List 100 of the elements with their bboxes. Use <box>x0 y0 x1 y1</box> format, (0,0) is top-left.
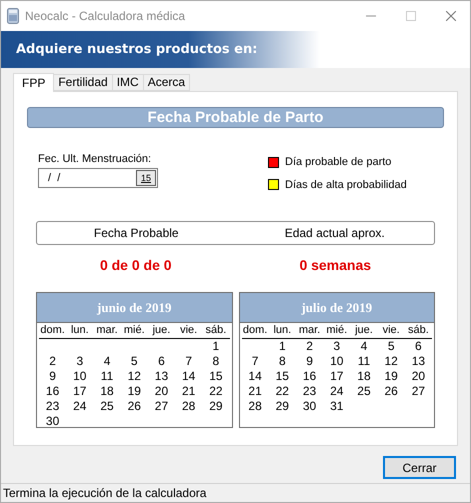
calendar[interactable]: junio de 2019 dom. lun. mar. mié. jue. vie. sáb. 1 2 3 4 5 6 7 8 9 10 11 12 13 14 15 16 17 18 19 20 21 22 23 24 25 26 27 28 29 30 <box>36 292 232 428</box>
day-cell[interactable]: 3 <box>323 339 350 354</box>
day-cell[interactable]: 17 <box>323 369 350 384</box>
day-cell[interactable]: 21 <box>242 384 269 399</box>
day-cell[interactable]: 23 <box>296 384 324 399</box>
day-cell[interactable]: 22 <box>202 384 230 399</box>
day-cell[interactable]: 18 <box>350 369 378 384</box>
day-cell[interactable]: 24 <box>66 399 94 414</box>
result-value: 0 semanas <box>298 256 372 275</box>
weekday-label: mar. <box>95 323 119 338</box>
legend-label: Día probable de parto <box>285 155 392 170</box>
day-cell[interactable]: 4 <box>93 354 121 369</box>
day-cell[interactable]: 12 <box>120 369 148 384</box>
day-cell[interactable]: 1 <box>202 339 230 354</box>
banner[interactable]: Adquiere nuestros productos en: <box>1 31 470 68</box>
day-cell[interactable]: 11 <box>93 369 121 384</box>
weekday-label: dom. <box>39 323 66 338</box>
day-cell[interactable]: 28 <box>242 399 269 414</box>
legend-label: Días de alta probabilidad <box>285 178 407 192</box>
window-title: Neocalc - Calculadora médica <box>25 8 186 25</box>
day-cell[interactable]: 10 <box>323 354 350 369</box>
field-label: Fec. Ult. Menstruación: <box>38 152 152 166</box>
day-cell[interactable]: 26 <box>378 384 405 399</box>
day-cell[interactable]: 30 <box>296 399 324 414</box>
day-cell[interactable]: 27 <box>148 399 176 414</box>
month-title: julio de 2019 <box>240 293 434 323</box>
close-button[interactable]: Cerrar <box>383 456 456 479</box>
tab[interactable]: FPP <box>13 73 54 92</box>
status-text: Termina la ejecución de la calculadora <box>3 485 206 502</box>
month-title: junio de 2019 <box>37 293 232 323</box>
tab[interactable]: Acerca <box>144 74 190 91</box>
day-cell[interactable]: 16 <box>39 384 66 399</box>
day-cell[interactable]: 5 <box>378 339 405 354</box>
day-cell[interactable]: 6 <box>404 339 432 354</box>
day-cell[interactable]: 29 <box>268 399 296 414</box>
day-cell[interactable]: 11 <box>350 354 378 369</box>
weekday-label: sáb. <box>204 323 228 338</box>
day-cell[interactable]: 12 <box>378 354 405 369</box>
day-cell[interactable]: 8 <box>202 354 230 369</box>
weekday-label: lun. <box>70 323 90 338</box>
day-cell[interactable]: 9 <box>39 369 66 384</box>
day-cell[interactable]: 21 <box>175 384 202 399</box>
day-cell[interactable]: 30 <box>39 414 66 429</box>
weekday-label: vie. <box>382 323 401 338</box>
date-value: / / <box>47 170 62 186</box>
day-cell[interactable]: 18 <box>93 384 121 399</box>
date-field[interactable]: / / 15 <box>38 168 158 188</box>
day-cell[interactable]: 28 <box>175 399 202 414</box>
day-cell[interactable]: 7 <box>242 354 269 369</box>
day-cell[interactable]: 2 <box>39 354 66 369</box>
weekday-label: jue. <box>354 323 374 338</box>
day-cell[interactable]: 2 <box>296 339 324 354</box>
tab[interactable]: IMC <box>112 74 144 91</box>
section-heading: Fecha Probable de Parto <box>27 107 444 128</box>
app-icon <box>7 8 19 24</box>
day-cell[interactable]: 16 <box>296 369 324 384</box>
day-cell[interactable]: 8 <box>268 354 296 369</box>
result-heading: Edad actual aprox. <box>284 225 386 242</box>
day-cell[interactable]: 4 <box>350 339 378 354</box>
day-cell[interactable]: 5 <box>120 354 148 369</box>
day-cell[interactable]: 20 <box>404 369 432 384</box>
weekday-label: mié. <box>325 323 348 338</box>
close-icon[interactable] <box>446 11 456 21</box>
day-cell[interactable]: 24 <box>323 384 350 399</box>
day-cell[interactable]: 6 <box>148 354 176 369</box>
day-cell[interactable]: 1 <box>268 339 296 354</box>
day-cell[interactable]: 10 <box>66 369 94 384</box>
day-cell[interactable]: 31 <box>323 399 350 414</box>
day-cell[interactable]: 19 <box>120 384 148 399</box>
day-cell[interactable]: 25 <box>93 399 121 414</box>
day-cell[interactable]: 7 <box>175 354 202 369</box>
result-value: 0 de 0 de 0 <box>98 256 173 275</box>
banner-text: Adquiere nuestros productos en: <box>16 40 258 59</box>
weekday-label: vie. <box>179 323 198 338</box>
day-cell[interactable]: 14 <box>175 369 202 384</box>
day-cell[interactable]: 19 <box>378 369 405 384</box>
weekday-label: jue. <box>151 323 172 338</box>
day-cell[interactable]: 20 <box>148 384 176 399</box>
day-cell[interactable]: 15 <box>268 369 296 384</box>
day-cell[interactable]: 27 <box>404 384 432 399</box>
day-cell[interactable]: 9 <box>296 354 324 369</box>
day-cell[interactable]: 26 <box>120 399 148 414</box>
day-cell[interactable]: 17 <box>66 384 94 399</box>
day-cell[interactable]: 13 <box>148 369 176 384</box>
calendar[interactable]: julio de 2019 dom. lun. mar. mié. jue. vie. sáb. 1 2 3 4 5 6 7 8 9 10 11 12 13 14 15 16 17 18 19 20 21 22 23 24 25 26 27 28 29 30 31 <box>238 292 435 428</box>
day-cell[interactable]: 15 <box>202 369 230 384</box>
day-cell[interactable]: 23 <box>39 399 66 414</box>
day-cell[interactable]: 25 <box>350 384 378 399</box>
day-cell[interactable]: 29 <box>202 399 230 414</box>
maximize-icon[interactable] <box>406 11 416 21</box>
tab[interactable]: Fertilidad <box>54 74 113 91</box>
day-cell[interactable]: 14 <box>242 369 269 384</box>
weekday-label: mié. <box>122 323 146 338</box>
weekday-label: mar. <box>298 323 322 338</box>
calendar-button[interactable]: 15 <box>136 170 156 186</box>
day-cell[interactable]: 13 <box>404 354 432 369</box>
day-cell[interactable]: 3 <box>66 354 94 369</box>
weekday-label: sáb. <box>406 323 430 338</box>
day-cell[interactable]: 22 <box>268 384 296 399</box>
weekday-label: dom. <box>242 323 268 338</box>
